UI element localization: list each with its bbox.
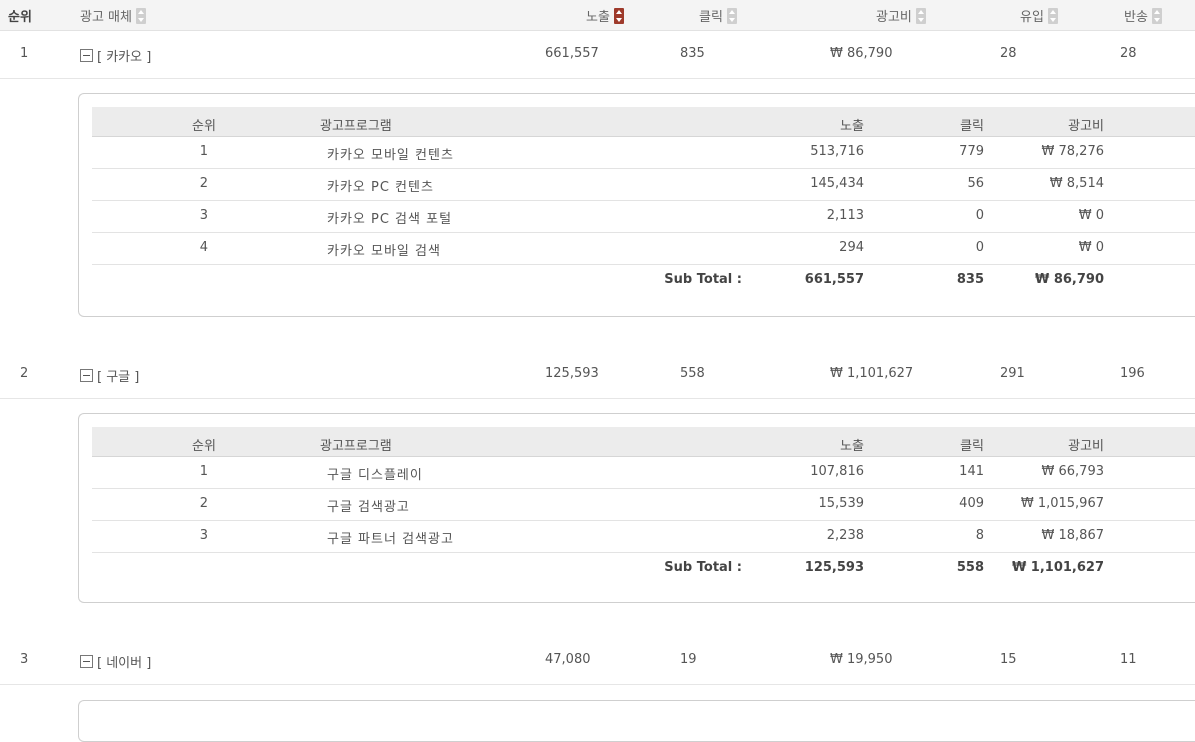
detail-header-clicks: 클릭 — [960, 439, 984, 454]
detail-header-cost: 광고비 — [1068, 439, 1104, 454]
detail-header-clicks: 클릭 — [960, 119, 984, 134]
list-item: 3 카카오 PC 검색 포털 2,113 0 ₩ 0 — [92, 200, 1195, 233]
detail-header-program: 광고프로그램 — [320, 439, 392, 454]
detail-header-cost: 광고비 — [1068, 119, 1104, 134]
header-bounce[interactable]: 반송 — [1124, 6, 1162, 25]
row-media[interactable]: [ 구글 ] — [80, 366, 139, 385]
sort-arrows-icon[interactable] — [726, 7, 737, 24]
sort-arrows-icon[interactable] — [1047, 7, 1058, 24]
list-item: 2 구글 검색광고 15,539 409 ₩ 1,015,967 — [92, 488, 1195, 521]
detail-header: 순위 광고프로그램 노출 클릭 광고비 — [92, 427, 1195, 457]
subtotal-row: Sub Total : 661,557 835 ₩ 86,790 — [664, 272, 1104, 287]
row-rank: 3 — [20, 652, 29, 667]
row-media[interactable]: [ 카카오 ] — [80, 46, 151, 65]
header-rank: 순위 — [8, 10, 32, 25]
row-rank: 2 — [20, 366, 29, 381]
row-clicks: 19 — [680, 652, 697, 667]
detail-table: 순위 광고프로그램 노출 클릭 광고비 1 구글 디스플레이 107,816 1… — [92, 427, 1195, 590]
table-row[interactable]: 1 [ 카카오 ] 661,557 835 ₩ 86,790 28 28 — [0, 30, 1195, 79]
row-cost: ₩ 1,101,627 — [830, 366, 914, 381]
row-impressions: 125,593 — [545, 366, 599, 381]
row-cost: ₩ 86,790 — [830, 46, 893, 61]
detail-header-rank: 순위 — [192, 119, 216, 134]
row-inflow: 28 — [1000, 46, 1017, 61]
row-inflow: 291 — [1000, 366, 1025, 381]
detail-header-rank: 순위 — [192, 439, 216, 454]
header-media[interactable]: 광고 매체 — [80, 6, 146, 25]
list-item: 3 구글 파트너 검색광고 2,238 8 ₩ 18,867 — [92, 520, 1195, 553]
list-item: 4 카카오 모바일 검색 294 0 ₩ 0 — [92, 232, 1195, 265]
list-item: 1 구글 디스플레이 107,816 141 ₩ 66,793 — [92, 456, 1195, 489]
detail-header-impressions: 노출 — [840, 439, 864, 454]
detail-header: 순위 광고프로그램 노출 클릭 광고비 — [92, 107, 1195, 137]
header-inflow[interactable]: 유입 — [1020, 6, 1058, 25]
detail-header-program: 광고프로그램 — [320, 119, 392, 134]
header-cost[interactable]: 광고비 — [876, 6, 926, 25]
header-clicks[interactable]: 클릭 — [699, 6, 737, 25]
collapse-minus-icon[interactable] — [80, 655, 93, 668]
row-inflow: 15 — [1000, 652, 1017, 667]
sort-arrows-icon[interactable] — [613, 7, 624, 24]
row-bounce: 11 — [1120, 652, 1137, 667]
detail-panel — [78, 700, 1195, 742]
detail-table: 순위 광고프로그램 노출 클릭 광고비 1 카카오 모바일 컨텐츠 513,71… — [92, 107, 1195, 303]
row-bounce: 196 — [1120, 366, 1145, 381]
row-clicks: 558 — [680, 366, 705, 381]
row-impressions: 661,557 — [545, 46, 599, 61]
sort-arrows-icon[interactable] — [915, 7, 926, 24]
collapse-minus-icon[interactable] — [80, 369, 93, 382]
list-item: 2 카카오 PC 컨텐츠 145,434 56 ₩ 8,514 — [92, 168, 1195, 201]
row-bounce: 28 — [1120, 46, 1137, 61]
detail-header-impressions: 노출 — [840, 119, 864, 134]
table-header: 순위 광고 매체 노출 클릭 광고비 유입 반송 — [0, 0, 1195, 31]
sort-arrows-icon[interactable] — [135, 7, 146, 24]
header-impressions[interactable]: 노출 — [586, 6, 624, 25]
row-cost: ₩ 19,950 — [830, 652, 893, 667]
table-row[interactable]: 3 [ 네이버 ] 47,080 19 ₩ 19,950 15 11 — [0, 636, 1195, 685]
row-impressions: 47,080 — [545, 652, 591, 667]
detail-panel: 순위 광고프로그램 노출 클릭 광고비 1 카카오 모바일 컨텐츠 513,71… — [78, 93, 1195, 317]
detail-panel: 순위 광고프로그램 노출 클릭 광고비 1 구글 디스플레이 107,816 1… — [78, 413, 1195, 603]
row-media[interactable]: [ 네이버 ] — [80, 652, 151, 671]
collapse-minus-icon[interactable] — [80, 49, 93, 62]
list-item: 1 카카오 모바일 컨텐츠 513,716 779 ₩ 78,276 — [92, 136, 1195, 169]
sort-arrows-icon[interactable] — [1151, 7, 1162, 24]
table-row[interactable]: 2 [ 구글 ] 125,593 558 ₩ 1,101,627 291 196 — [0, 350, 1195, 399]
row-clicks: 835 — [680, 46, 705, 61]
row-rank: 1 — [20, 46, 29, 61]
subtotal-row: Sub Total : 125,593 558 ₩ 1,101,627 — [664, 560, 1104, 575]
